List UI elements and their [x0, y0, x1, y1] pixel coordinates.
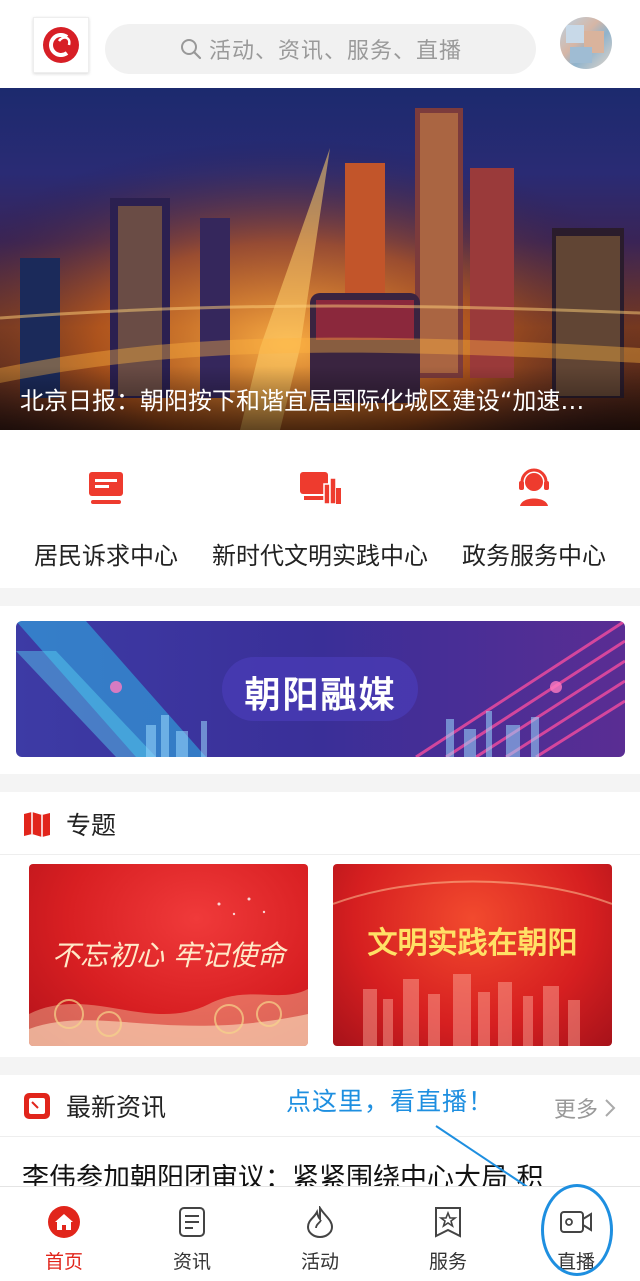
service-civilization-practice[interactable]: 新时代文明实践中心 [212, 430, 428, 588]
search-placeholder: 活动、资讯、服务、直播 [208, 39, 462, 64]
tab-home[interactable]: 首页 [0, 1187, 128, 1281]
service-resident-appeal[interactable]: 居民诉求中心 [0, 430, 212, 588]
service-label: 政务服务中心 [462, 542, 606, 570]
monitor-icon [84, 466, 128, 510]
tab-activities[interactable]: 活动 [256, 1187, 384, 1281]
flame-icon [303, 1205, 337, 1239]
home-icon [47, 1205, 81, 1239]
user-avatar[interactable] [560, 17, 612, 69]
tab-label: 服务 [428, 1251, 467, 1273]
more-label: 更多 [553, 1098, 598, 1123]
banner-caption-text: 北京日报：朝阳按下和谐宜居国际化城区建设“加速… [20, 386, 585, 415]
topics-title: 专题 [66, 811, 117, 840]
logo-icon [43, 27, 79, 63]
search-icon [180, 39, 202, 60]
tab-services[interactable]: 服务 [384, 1187, 512, 1281]
tab-label: 资讯 [172, 1251, 211, 1273]
tab-label: 首页 [44, 1251, 83, 1273]
hero-banner[interactable]: 北京日报：朝阳按下和谐宜居国际化城区建设“加速… [0, 88, 640, 430]
service-grid: 居民诉求中心 新时代文明实践中心 政务服务中心 [0, 430, 640, 588]
promo-title: 朝阳融媒 [244, 675, 397, 716]
document-icon [175, 1205, 209, 1239]
tab-news[interactable]: 资讯 [128, 1187, 256, 1281]
section-divider [0, 1057, 640, 1075]
service-government-affairs[interactable]: 政务服务中心 [428, 430, 640, 588]
service-label: 新时代文明实践中心 [212, 542, 428, 570]
app-logo[interactable] [33, 17, 89, 73]
section-divider [0, 774, 640, 792]
topic-card-text: 文明实践在朝阳 [367, 926, 578, 961]
tab-label: 活动 [300, 1251, 339, 1273]
live-tab-highlight-circle [541, 1184, 613, 1276]
chevron-right-icon [605, 1099, 616, 1117]
topics-header: 专题 [0, 794, 640, 854]
headset-icon [512, 466, 556, 510]
news-icon [22, 1091, 52, 1121]
news-title: 最新资讯 [66, 1093, 167, 1122]
map-book-icon [22, 809, 52, 839]
section-divider [0, 588, 640, 606]
topic-card-initial-mission[interactable]: 不忘初心 牢记使命 [29, 864, 308, 1046]
service-label: 居民诉求中心 [34, 542, 178, 570]
promo-banner[interactable]: 朝阳融媒 [16, 621, 625, 757]
search-bar[interactable]: 活动、资讯、服务、直播 [105, 24, 536, 74]
bar-chart-icon [298, 466, 342, 510]
live-hint-annotation: 点这里，看直播！ [286, 1087, 495, 1116]
topic-card-text: 不忘初心 牢记使命 [52, 939, 285, 972]
top-header: 活动、资讯、服务、直播 [0, 0, 640, 88]
star-badge-icon [431, 1205, 465, 1239]
banner-caption: 北京日报：朝阳按下和谐宜居国际化城区建设“加速… [0, 366, 640, 430]
topic-card-civilization[interactable]: 文明实践在朝阳 [333, 864, 612, 1046]
news-more-link[interactable]: 更多 [554, 1092, 618, 1124]
